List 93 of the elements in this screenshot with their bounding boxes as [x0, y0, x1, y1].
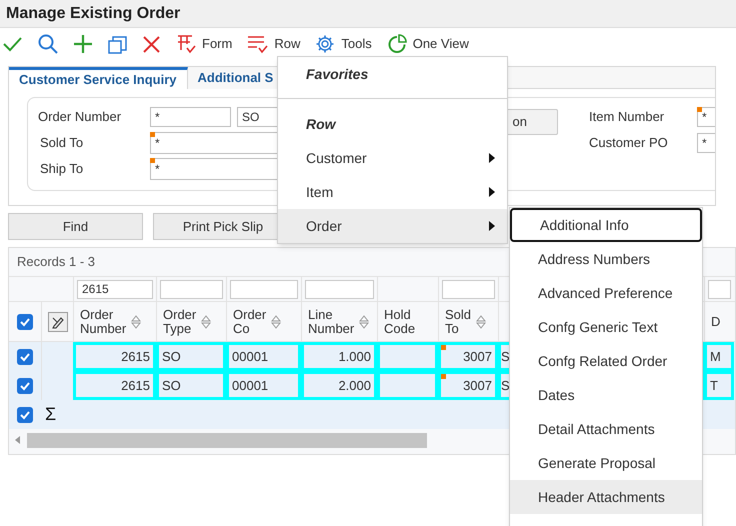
required-marker — [441, 374, 446, 379]
menu-item[interactable]: Dates — [510, 378, 702, 412]
toolbar-button[interactable]: Form — [176, 32, 232, 56]
scrollbar-thumb[interactable] — [27, 432, 427, 448]
input-field[interactable]: * — [697, 132, 715, 152]
menu-item[interactable]: Order — [278, 209, 507, 243]
filter-field[interactable] — [230, 280, 298, 298]
required-marker — [441, 345, 446, 350]
table-cell: 2615 — [73, 342, 156, 371]
column-header[interactable]: Line Number — [308, 308, 354, 336]
field-label: Order Number — [38, 108, 122, 126]
column-header[interactable]: Order Type — [163, 308, 196, 336]
table-cell: SO — [156, 371, 226, 400]
list-check-icon — [247, 34, 268, 54]
filter-field[interactable] — [160, 280, 223, 298]
menu-item[interactable]: Header Attachments — [510, 480, 702, 514]
field-label: Sold To — [39, 134, 84, 152]
column-header[interactable]: D — [711, 314, 720, 328]
table-cell: 1.000 — [301, 342, 377, 371]
edit-button[interactable] — [48, 312, 68, 332]
column-header[interactable]: Hold Code — [384, 308, 416, 336]
sort-icon — [270, 314, 282, 330]
table-cell: 2615 — [73, 371, 156, 400]
submenu-arrow-icon — [489, 187, 495, 197]
menu-item[interactable]: Customer — [278, 141, 507, 175]
menu-item[interactable]: Advanced Preference — [510, 276, 702, 310]
menu-item[interactable]: Detail Attachments — [510, 412, 702, 446]
table-cell — [377, 371, 438, 400]
checkmark-icon — [19, 380, 31, 392]
table-cell: 3007 — [438, 371, 498, 400]
search-icon — [38, 34, 58, 54]
table-cell: 00001 — [226, 342, 301, 371]
action-button[interactable]: Find — [8, 213, 143, 240]
checkmark-icon — [19, 408, 31, 420]
input-field[interactable]: * — [697, 106, 715, 126]
column-header[interactable]: Order Number — [80, 308, 126, 336]
plus-icon — [73, 34, 93, 54]
checkbox[interactable] — [17, 378, 33, 394]
table-cell: 3007 — [438, 342, 498, 371]
settings-icon — [315, 34, 336, 54]
column-header[interactable]: Order Co — [233, 308, 266, 336]
filter-field[interactable] — [442, 280, 495, 298]
search-button[interactable] — [38, 32, 58, 56]
toolbar-button[interactable]: Tools — [315, 32, 372, 56]
checkbox[interactable] — [17, 348, 33, 364]
menu-item[interactable]: Generate Proposal — [510, 446, 702, 480]
table-cell: 2.000 — [301, 371, 377, 400]
menu-item[interactable]: Confg Generic Text — [510, 310, 702, 344]
menu-item[interactable]: Additional Info — [510, 208, 702, 242]
plus-button[interactable] — [73, 32, 93, 56]
sort-icon — [130, 314, 142, 330]
table-cell — [377, 342, 438, 371]
menu-heading: Favorites — [306, 64, 368, 84]
form-icon — [176, 34, 196, 54]
table-cell: M — [704, 342, 734, 371]
menu-item[interactable]: Address Numbers — [510, 242, 702, 276]
menu-item[interactable]: Item — [278, 175, 507, 209]
table-cell: T — [704, 371, 734, 400]
field-label: Ship To — [39, 160, 84, 178]
tab[interactable]: Customer Service Inquiry — [9, 67, 188, 89]
submenu-arrow-icon — [489, 221, 495, 231]
window-title: Manage Existing Order — [6, 4, 180, 24]
sort-icon — [200, 314, 212, 330]
sort-icon — [358, 314, 370, 330]
copy-icon — [108, 34, 127, 54]
close-icon — [142, 34, 161, 54]
checkmark-icon — [19, 350, 31, 362]
filter-field[interactable] — [305, 280, 374, 298]
field-label: Item Number — [589, 108, 666, 126]
field-label: Customer PO — [589, 134, 669, 152]
menu-heading: Row — [306, 114, 336, 134]
checkbox[interactable] — [17, 406, 33, 422]
submenu-arrow-icon — [489, 153, 495, 163]
required-marker — [150, 132, 155, 136]
filter-field[interactable]: 2615 — [77, 280, 153, 298]
checkbox[interactable] — [17, 314, 33, 330]
pie-chart-icon — [386, 34, 407, 54]
table-cell: 00001 — [226, 371, 301, 400]
filter-field[interactable] — [708, 280, 731, 298]
required-marker — [697, 106, 702, 112]
input-field[interactable]: * — [150, 106, 231, 126]
toolbar-button[interactable]: One View — [386, 32, 469, 56]
menu-item[interactable]: Confg Related Order — [510, 344, 702, 378]
checkmark-icon — [19, 316, 31, 328]
sum-symbol: Σ — [45, 403, 56, 426]
scroll-left-icon — [15, 436, 21, 444]
toolbar-button[interactable]: Row — [247, 32, 300, 56]
pencil-icon — [50, 314, 64, 328]
records-count: Records 1 - 3 — [17, 253, 96, 272]
required-marker — [150, 158, 155, 162]
column-header[interactable]: Sold To — [445, 308, 472, 336]
sort-icon — [475, 314, 488, 330]
table-cell: SO — [156, 342, 226, 371]
